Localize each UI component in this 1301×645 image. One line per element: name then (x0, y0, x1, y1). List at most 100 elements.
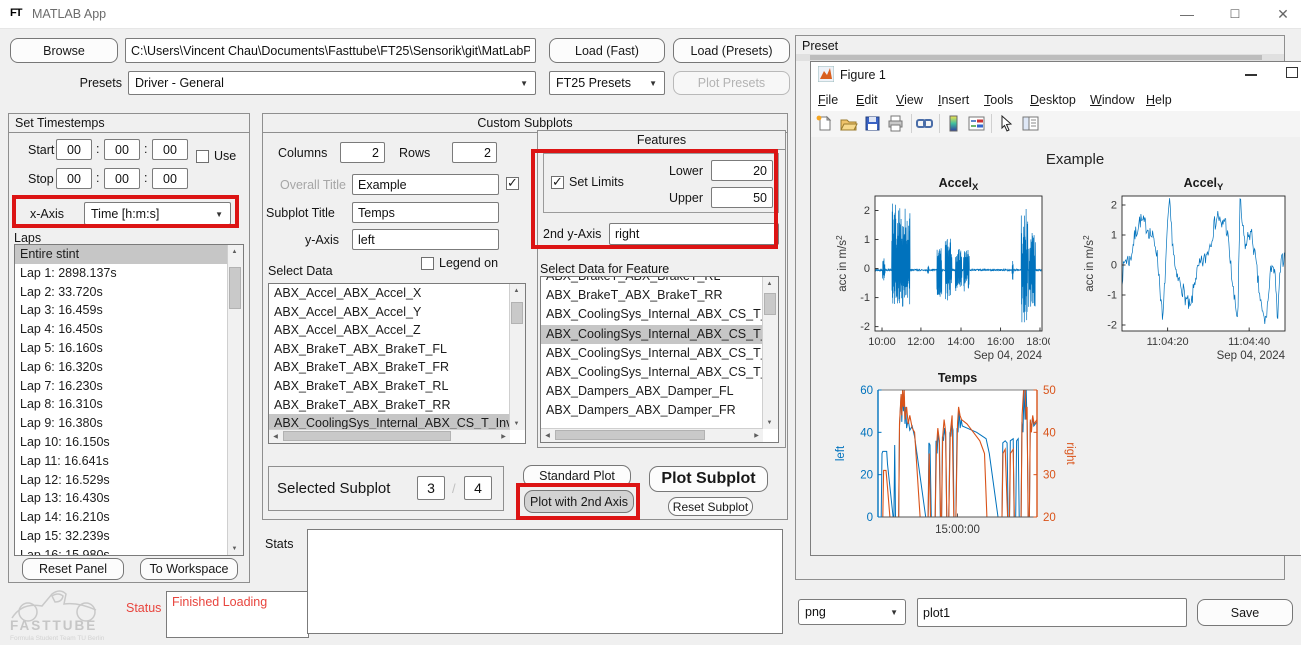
menu-item-window[interactable]: Window (1090, 93, 1134, 107)
scroll-right-icon[interactable]: ▶ (497, 430, 510, 443)
figure-minimize-button[interactable] (1245, 74, 1257, 76)
select-data-vscrollbar[interactable]: ▲ ▼ (509, 284, 525, 430)
list-item[interactable]: Lap 1: 2898.137s (15, 264, 228, 283)
list-item[interactable]: Lap 7: 16.230s (15, 377, 228, 396)
print-icon[interactable] (886, 114, 905, 133)
link-plot-icon[interactable] (915, 114, 934, 133)
start-hour-input[interactable] (56, 139, 92, 160)
list-item[interactable]: Lap 11: 16.641s (15, 452, 228, 471)
save-button[interactable]: Save (1197, 599, 1293, 626)
list-item[interactable]: Lap 14: 16.210s (15, 508, 228, 527)
close-button[interactable]: ✕ (1268, 3, 1298, 25)
list-item[interactable]: Lap 8: 16.310s (15, 395, 228, 414)
plot-presets-button[interactable]: Plot Presets (673, 71, 790, 95)
scroll-up-icon[interactable]: ▲ (510, 284, 523, 297)
list-item[interactable]: ABX_CoolingSys_Internal_ABX_CS_T_MotR (541, 363, 763, 382)
stop-minute-input[interactable] (104, 168, 140, 189)
upper-input[interactable] (711, 187, 773, 208)
scrollbar-thumb[interactable] (555, 430, 705, 440)
list-item[interactable]: ABX_Dampers_ABX_Damper_FR (541, 401, 763, 420)
to-workspace-button[interactable]: To Workspace (140, 558, 238, 580)
laps-vscrollbar[interactable]: ▲ ▼ (227, 245, 243, 555)
scroll-down-icon[interactable]: ▼ (763, 416, 776, 429)
subplot-title-input[interactable] (352, 202, 499, 223)
list-item[interactable]: Lap 16: 15.980s (15, 546, 228, 556)
stop-hour-input[interactable] (56, 168, 92, 189)
list-item[interactable]: ABX_CoolingSys_Internal_ABX_CS_T_InvL (269, 414, 510, 430)
second-yaxis-input[interactable] (609, 223, 779, 245)
scroll-left-icon[interactable]: ◀ (269, 430, 282, 443)
scrollbar-thumb[interactable] (283, 431, 451, 441)
load-presets-button[interactable]: Load (Presets) (673, 38, 790, 63)
list-item[interactable]: ABX_BrakeT_ABX_BrakeT_FR (269, 358, 510, 377)
scroll-down-icon[interactable]: ▼ (228, 542, 241, 555)
list-item[interactable]: ABX_BrakeT_ABX_BrakeT_RR (541, 286, 763, 305)
ft25-presets-dropdown[interactable]: FT25 Presets ▼ (549, 71, 665, 95)
export-format-dropdown[interactable]: png ▼ (798, 599, 906, 625)
load-fast-button[interactable]: Load (Fast) (549, 38, 665, 63)
xaxis-dropdown[interactable]: Time [h:m:s] ▼ (84, 202, 231, 225)
scroll-up-icon[interactable]: ▲ (228, 245, 241, 258)
menu-item-view[interactable]: View (896, 93, 923, 107)
list-item[interactable]: ABX_BrakeT_ABX_BrakeT_FL (269, 340, 510, 359)
list-item[interactable]: Lap 15: 32.239s (15, 527, 228, 546)
list-item[interactable]: ABX_Accel_ABX_Accel_Z (269, 321, 510, 340)
menu-item-insert[interactable]: Insert (938, 93, 969, 107)
subplot-total-input[interactable] (464, 476, 492, 500)
list-item[interactable]: Lap 13: 16.430s (15, 489, 228, 508)
list-item[interactable]: Entire stint (15, 245, 228, 264)
feature-vscrollbar[interactable]: ▲ ▼ (762, 277, 778, 429)
menu-item-tools[interactable]: Tools (984, 93, 1013, 107)
save-icon[interactable] (863, 114, 882, 133)
reset-panel-button[interactable]: Reset Panel (22, 558, 124, 580)
figure-maximize-button[interactable] (1286, 67, 1298, 78)
start-minute-input[interactable] (104, 139, 140, 160)
list-item[interactable]: Lap 6: 16.320s (15, 358, 228, 377)
scroll-down-icon[interactable]: ▼ (510, 417, 523, 430)
menu-item-desktop[interactable]: Desktop (1030, 93, 1076, 107)
preset-dropdown[interactable]: Driver - General ▼ (128, 71, 536, 95)
lower-input[interactable] (711, 160, 773, 181)
scroll-right-icon[interactable]: ▶ (750, 429, 763, 442)
scroll-up-icon[interactable]: ▲ (763, 277, 776, 290)
list-item[interactable]: ABX_CoolingSys_Internal_ABX_CS_T_InvR (541, 325, 763, 344)
stats-textarea[interactable] (307, 529, 783, 634)
edit-plot-cursor-icon[interactable] (997, 114, 1016, 133)
scrollbar-thumb[interactable] (511, 302, 523, 324)
scrollbar-thumb[interactable] (810, 55, 1262, 60)
laps-listbox[interactable]: Entire stintLap 1: 2898.137sLap 2: 33.72… (14, 244, 244, 556)
list-item[interactable]: ABX_BrakeT_ABX_BrakeT_RR (269, 396, 510, 415)
plot-with-2nd-axis-button[interactable]: Plot with 2nd Axis (524, 490, 634, 513)
preset-panel-scrollbar[interactable] (796, 54, 1284, 61)
overall-title-input[interactable] (352, 174, 499, 195)
list-item[interactable]: Lap 5: 16.160s (15, 339, 228, 358)
feature-hscrollbar[interactable]: ◀ ▶ (541, 428, 763, 442)
list-item[interactable]: ABX_Dampers_ABX_Damper_FL (541, 382, 763, 401)
insert-colorbar-icon[interactable] (944, 114, 963, 133)
overall-title-checkbox[interactable] (506, 177, 519, 190)
minimize-button[interactable]: — (1172, 3, 1202, 25)
insert-legend-icon[interactable] (967, 114, 986, 133)
start-second-input[interactable] (152, 139, 188, 160)
set-limits-checkbox[interactable] (551, 176, 564, 189)
subplot-current-input[interactable] (417, 476, 445, 500)
menu-item-help[interactable]: Help (1146, 93, 1172, 107)
columns-input[interactable] (340, 142, 385, 163)
list-item[interactable]: Lap 3: 16.459s (15, 301, 228, 320)
list-item[interactable]: Lap 9: 16.380s (15, 414, 228, 433)
legend-checkbox[interactable] (421, 257, 434, 270)
menu-item-edit[interactable]: Edit (856, 93, 878, 107)
list-item[interactable]: ABX_CoolingSys_Internal_ABX_CS_T_MotL (541, 344, 763, 363)
list-item[interactable]: ABX_BrakeT_ABX_BrakeT_RL (269, 377, 510, 396)
scrollbar-thumb[interactable] (764, 293, 776, 315)
browse-button[interactable]: Browse (10, 38, 118, 63)
list-item[interactable]: Lap 10: 16.150s (15, 433, 228, 452)
feature-data-listbox[interactable]: ABX_BrakeT_ABX_BrakeT_RLABX_BrakeT_ABX_B… (540, 276, 779, 443)
select-data-hscrollbar[interactable]: ◀ ▶ (269, 429, 510, 443)
list-item[interactable]: ABX_BrakeT_ABX_BrakeT_RL (541, 276, 763, 286)
menu-item-file[interactable]: File (818, 93, 838, 107)
plot-subplot-button[interactable]: Plot Subplot (649, 466, 768, 492)
scrollbar-thumb[interactable] (229, 267, 241, 309)
rows-input[interactable] (452, 142, 497, 163)
list-item[interactable]: Lap 4: 16.450s (15, 320, 228, 339)
